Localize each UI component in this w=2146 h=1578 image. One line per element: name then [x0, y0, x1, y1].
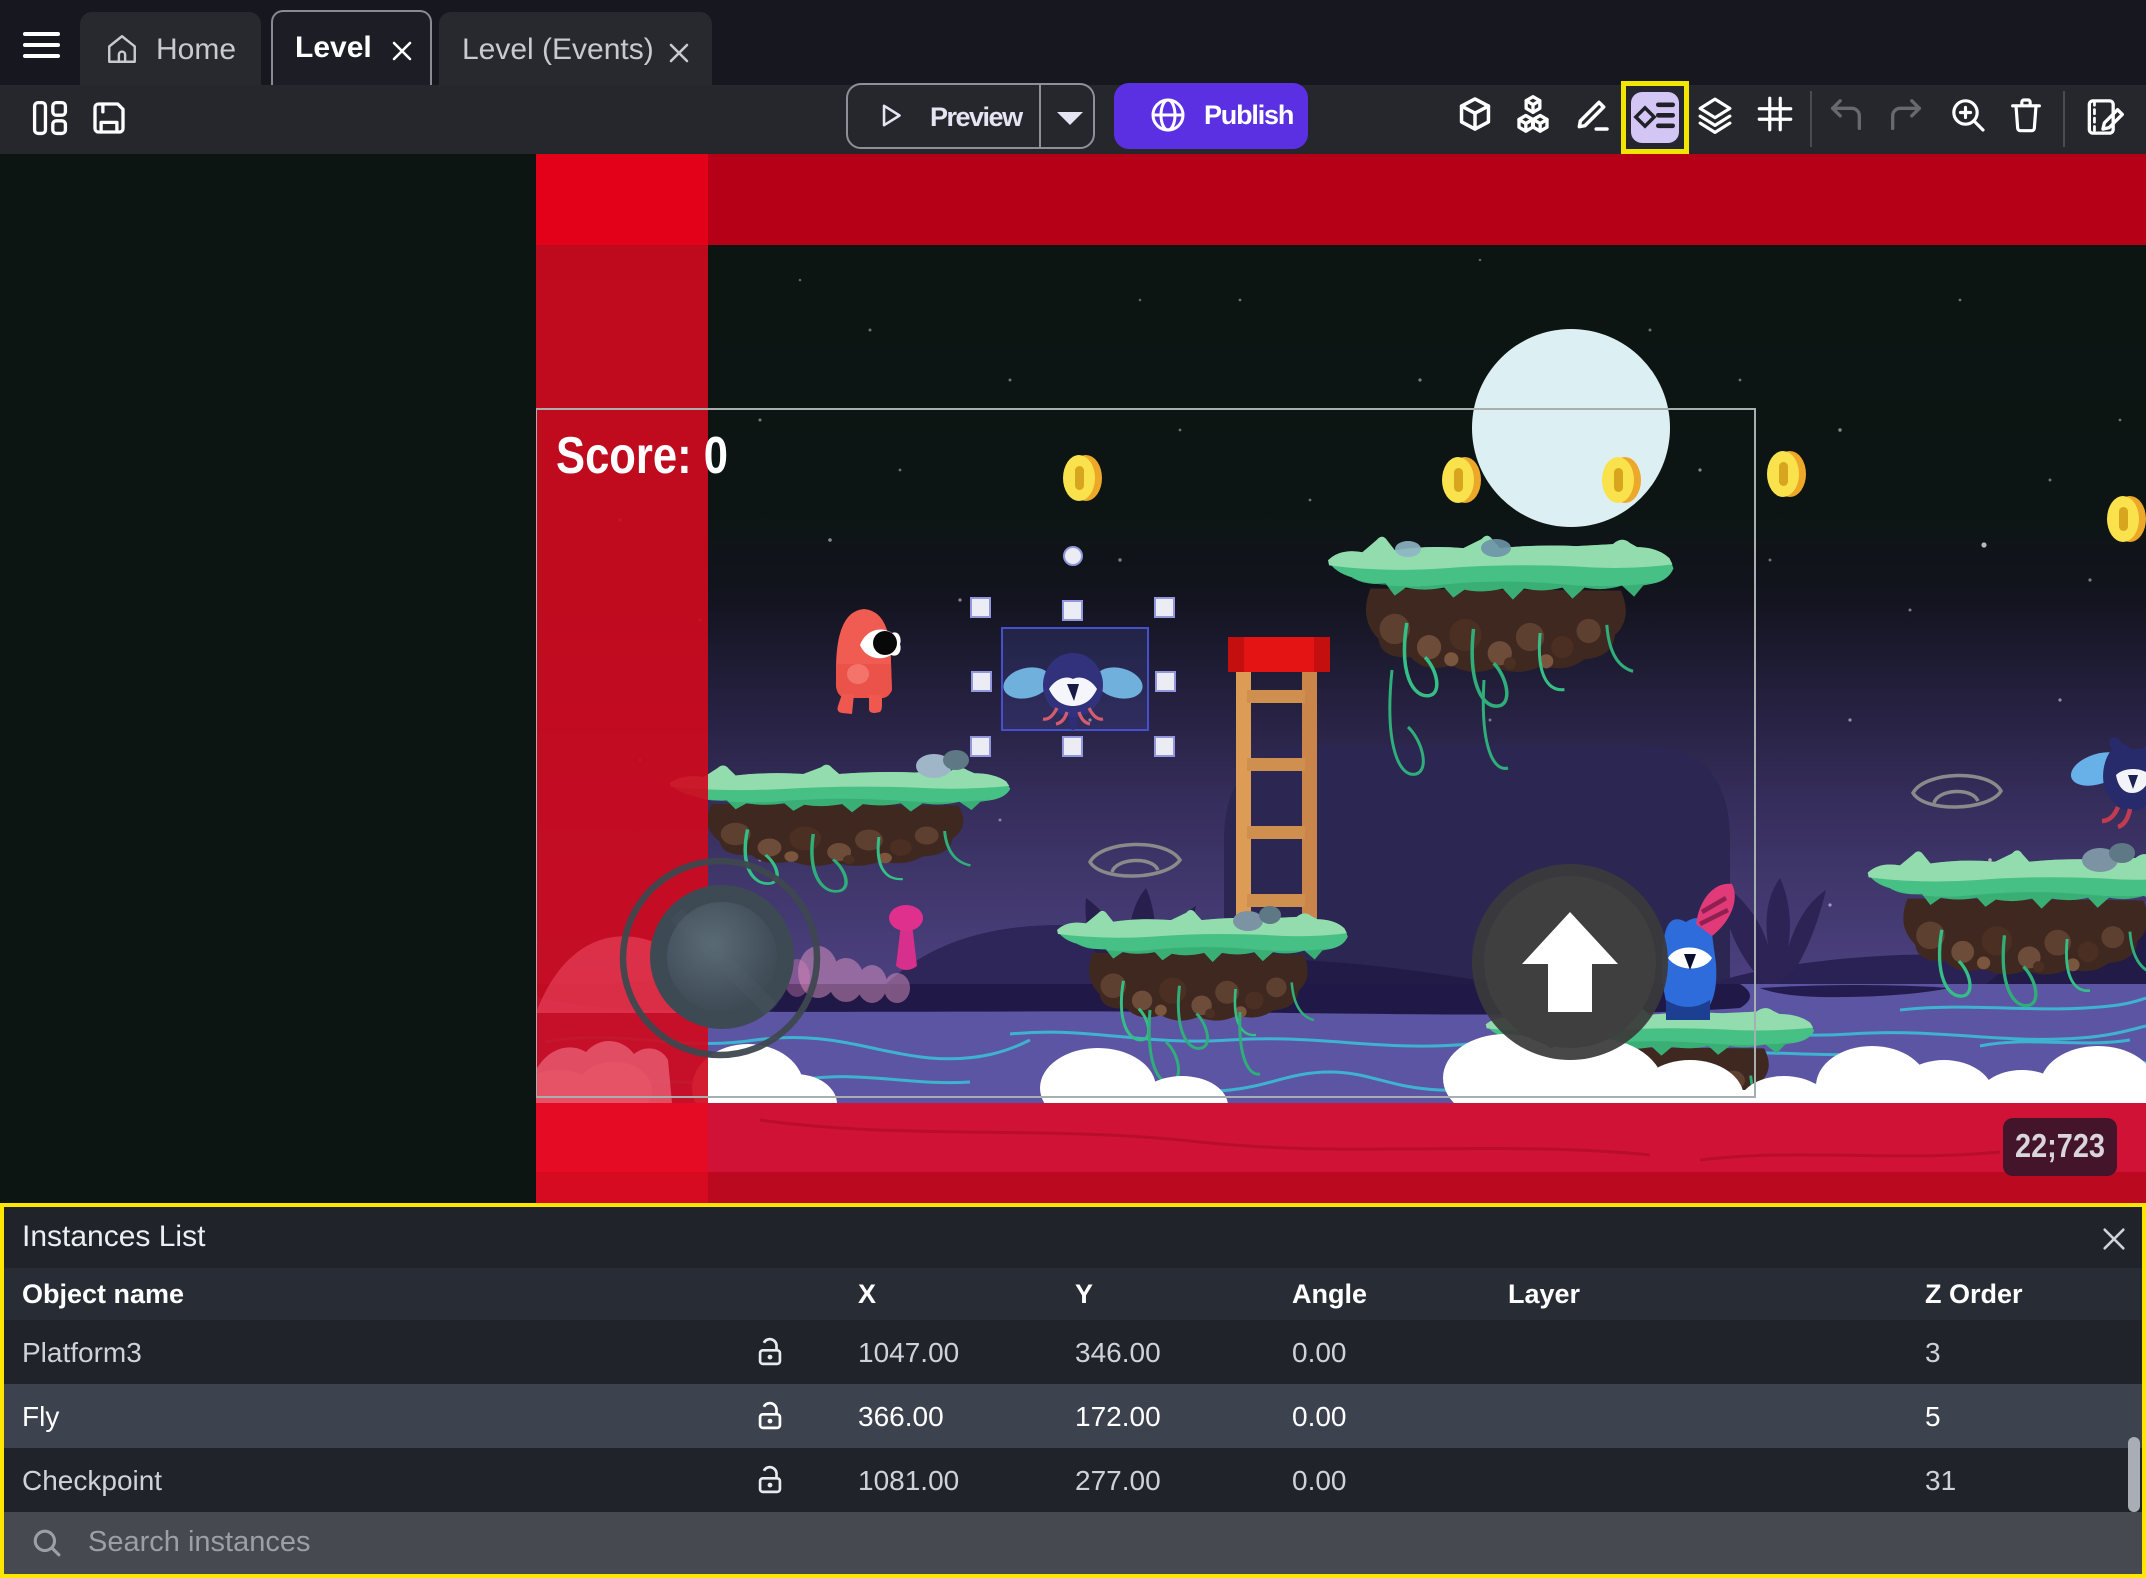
svg-text:Score: 0: Score: 0 — [556, 427, 728, 485]
svg-text:22;723: 22;723 — [2015, 1127, 2105, 1164]
